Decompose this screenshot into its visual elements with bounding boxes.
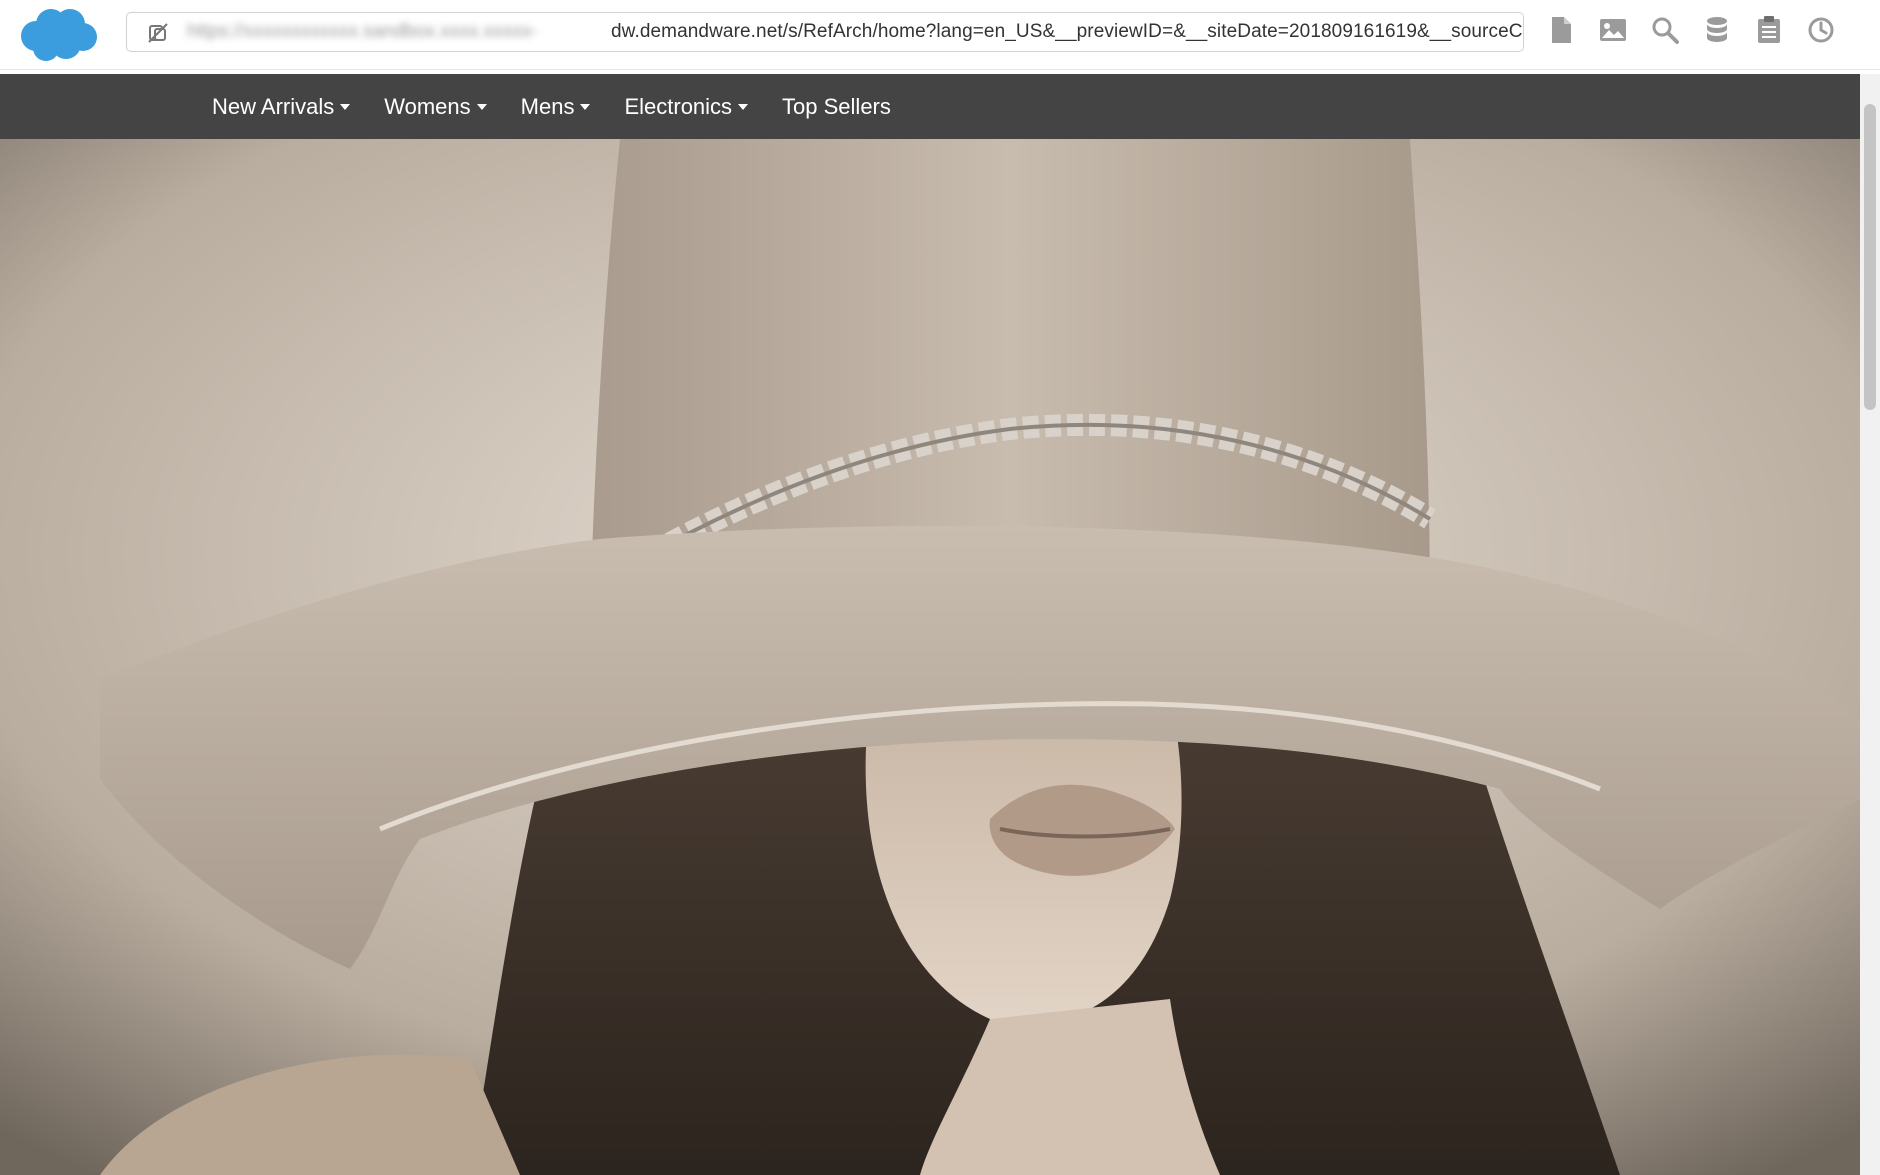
unlinked-page-icon	[148, 23, 168, 43]
scrollbar-thumb[interactable]	[1864, 104, 1876, 410]
hero-image[interactable]	[0, 139, 1860, 1175]
page-icon[interactable]	[1546, 14, 1576, 46]
url-text[interactable]: dw.demandware.net/s/RefArch/home?lang=en…	[611, 13, 1523, 51]
toolbar: https://xxxxxxxxxxxx.sandbox.xxxx.xxxxx-…	[0, 0, 1880, 70]
search-icon[interactable]	[1650, 14, 1680, 46]
clipboard-icon[interactable]	[1754, 14, 1784, 46]
caret-down-icon	[580, 103, 591, 110]
nav-item-womens[interactable]: Womens	[384, 93, 487, 120]
nav-item-mens[interactable]: Mens	[521, 94, 591, 120]
page-scrollbar[interactable]	[1860, 74, 1880, 1175]
nav-item-label: Mens	[520, 93, 575, 119]
nav-item-label: Womens	[384, 93, 471, 119]
main-navbar: New Arrivals Womens Mens Electronics Top…	[0, 74, 1860, 139]
url-blurred-prefix: https://xxxxxxxxxxxx.sandbox.xxxx.xxxxx-	[187, 21, 611, 43]
hero-photo-woman-in-hat	[0, 139, 1860, 1175]
image-icon[interactable]	[1598, 14, 1628, 46]
caret-down-icon	[476, 103, 487, 110]
nav-items: New Arrivals Womens Mens Electronics Top…	[212, 74, 925, 139]
url-hidden-text: https://xxxxxxxxxxxx.sandbox.xxxx.xxxxx-	[187, 21, 538, 42]
nav-item-label: Electronics	[624, 93, 733, 119]
clock-icon[interactable]	[1806, 14, 1836, 46]
nav-item-new-arrivals[interactable]: New Arrivals	[212, 93, 351, 120]
nav-item-top-sellers[interactable]: Top Sellers	[782, 94, 891, 120]
nav-item-label: Top Sellers	[782, 93, 891, 119]
caret-down-icon	[738, 103, 749, 110]
tool-icons	[1546, 14, 1836, 46]
nav-item-label: New Arrivals	[212, 93, 335, 119]
caret-down-icon	[340, 103, 351, 110]
database-icon[interactable]	[1702, 14, 1732, 46]
nav-item-electronics[interactable]: Electronics	[624, 93, 749, 120]
url-bar[interactable]: https://xxxxxxxxxxxx.sandbox.xxxx.xxxxx-…	[126, 12, 1524, 52]
salesforce-cloud-logo[interactable]	[18, 6, 98, 62]
